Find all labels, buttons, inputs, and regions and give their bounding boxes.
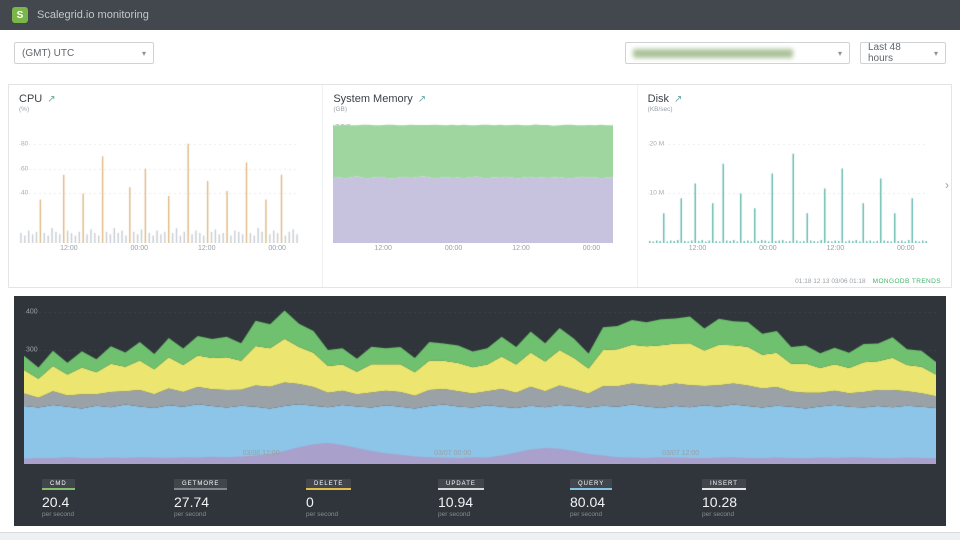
cluster-select[interactable]: ▾ [625,42,850,64]
throughput-chart: 400300200100 03/06 12:0003/07 00:0003/07… [24,304,936,464]
stat-label-badge: QUERY [570,479,613,490]
stat-insert: INSERT 10.28 per second [702,472,834,518]
stat-getmore: GETMORE 27.74 per second [174,472,306,518]
app-title: Scalegrid.io monitoring [37,9,149,21]
toolbar: (GMT) UTC ▾ ▾ Last 48 hours ▾ [0,30,960,76]
stat-unit: per second [174,511,207,518]
chevron-down-icon: ▾ [837,48,842,58]
scalegrid-logo: S [12,7,28,23]
redacted-cluster-name [633,48,793,58]
stat-unit: per second [702,511,735,518]
stat-delete: DELETE 0 per second [306,472,438,518]
timezone-value: (GMT) UTC [22,47,75,59]
memory-chart: 7.5 G5 G2.5 G [333,119,626,243]
cpu-chart-canvas[interactable] [19,119,299,243]
stat-value: 20.4 [42,494,70,510]
cpu-chart: 80 60 40 [19,119,312,243]
toolbar-right: ▾ Last 48 hours ▾ [625,42,946,64]
disk-panel-title: Disk [647,93,670,105]
expand-icon[interactable]: ↗ [47,94,55,105]
disk-panel: Disk ↗ (KB/sec) 20 M 10 M 12:00 00:00 12:00… [636,85,951,287]
stat-value: 0 [306,494,314,510]
cpu-panel-title: CPU [19,93,43,105]
memory-panel: System Memory ↗ (GB) 7.5 G5 G2.5 G 12:00… [322,85,636,287]
stat-value: 10.28 [702,494,738,510]
panel-collapse-chevron[interactable]: › [945,178,949,192]
time-range-value: Last 48 hours [868,42,901,64]
disk-unit-label: (KB/sec) [647,106,673,113]
stat-unit: per second [570,511,603,518]
disk-chart: 20 M 10 M [647,119,941,243]
cpu-panel-header: CPU ↗ [19,93,312,105]
throughput-chart-canvas[interactable] [24,304,936,464]
stat-unit: per second [42,511,75,518]
stat-label-badge: INSERT [702,479,746,490]
disk-x-axis-labels: 12:00 00:00 12:00 00:00 [688,245,915,252]
cpu-unit-label: (%) [19,106,30,113]
stat-value: 10.94 [438,494,474,510]
stat-label-badge: GETMORE [174,479,228,490]
expand-icon[interactable]: ↗ [674,94,682,105]
monitoring-page: S Scalegrid.io monitoring (GMT) UTC ▾ ▾ … [0,0,960,540]
disk-footnote-link[interactable]: MONGODB TRENDS [873,278,941,285]
cpu-x-axis-labels: 12:00 00:00 12:00 00:00 [60,245,286,252]
disk-chart-canvas[interactable] [647,119,928,243]
stat-unit: per second [306,511,339,518]
time-range-select[interactable]: Last 48 hours ▾ [860,42,946,64]
memory-panel-title: System Memory [333,93,413,105]
stat-query: QUERY 80.04 per second [570,472,702,518]
stat-cmd: CMD 20.4 per second [42,472,174,518]
throughput-panel: 400300200100 03/06 12:0003/07 00:0003/07… [14,296,946,526]
page-footer [0,532,960,540]
throughput-stats-row: CMD 20.4 per second GETMORE 27.74 per se… [24,472,936,518]
timezone-select[interactable]: (GMT) UTC ▾ [14,42,154,64]
stat-label-badge: CMD [42,479,75,490]
throughput-x-axis-labels: 03/06 12:00 03/07 00:00 03/07 12:00 [242,450,700,457]
memory-unit-label: (GB) [333,106,348,113]
chevron-down-icon: ▾ [933,48,938,58]
stat-value: 27.74 [174,494,210,510]
metric-charts-card: CPU ↗ (%) 80 60 40 12:00 00:00 12:00 00:00 Sy… [8,84,952,288]
chevron-down-icon: ▾ [141,48,146,58]
memory-panel-header: System Memory ↗ [333,93,626,105]
disk-panel-header: Disk ↗ [648,93,941,105]
stat-label-badge: UPDATE [438,479,484,490]
memory-x-axis-labels: 12:00 00:00 12:00 00:00 [374,245,601,252]
disk-footnote: 01:18 12 13 03/06 01:18 MONGODB TRENDS [795,278,941,285]
expand-icon[interactable]: ↗ [418,94,426,105]
stat-value: 80.04 [570,494,606,510]
disk-footnote-timestamps: 01:18 12 13 03/06 01:18 [795,278,866,285]
cpu-panel: CPU ↗ (%) 80 60 40 12:00 00:00 12:00 00:00 [9,85,322,287]
memory-chart-canvas[interactable] [333,119,614,243]
stat-update: UPDATE 10.94 per second [438,472,570,518]
stat-label-badge: DELETE [306,479,352,490]
app-header: S Scalegrid.io monitoring [0,0,960,30]
stat-unit: per second [438,511,471,518]
